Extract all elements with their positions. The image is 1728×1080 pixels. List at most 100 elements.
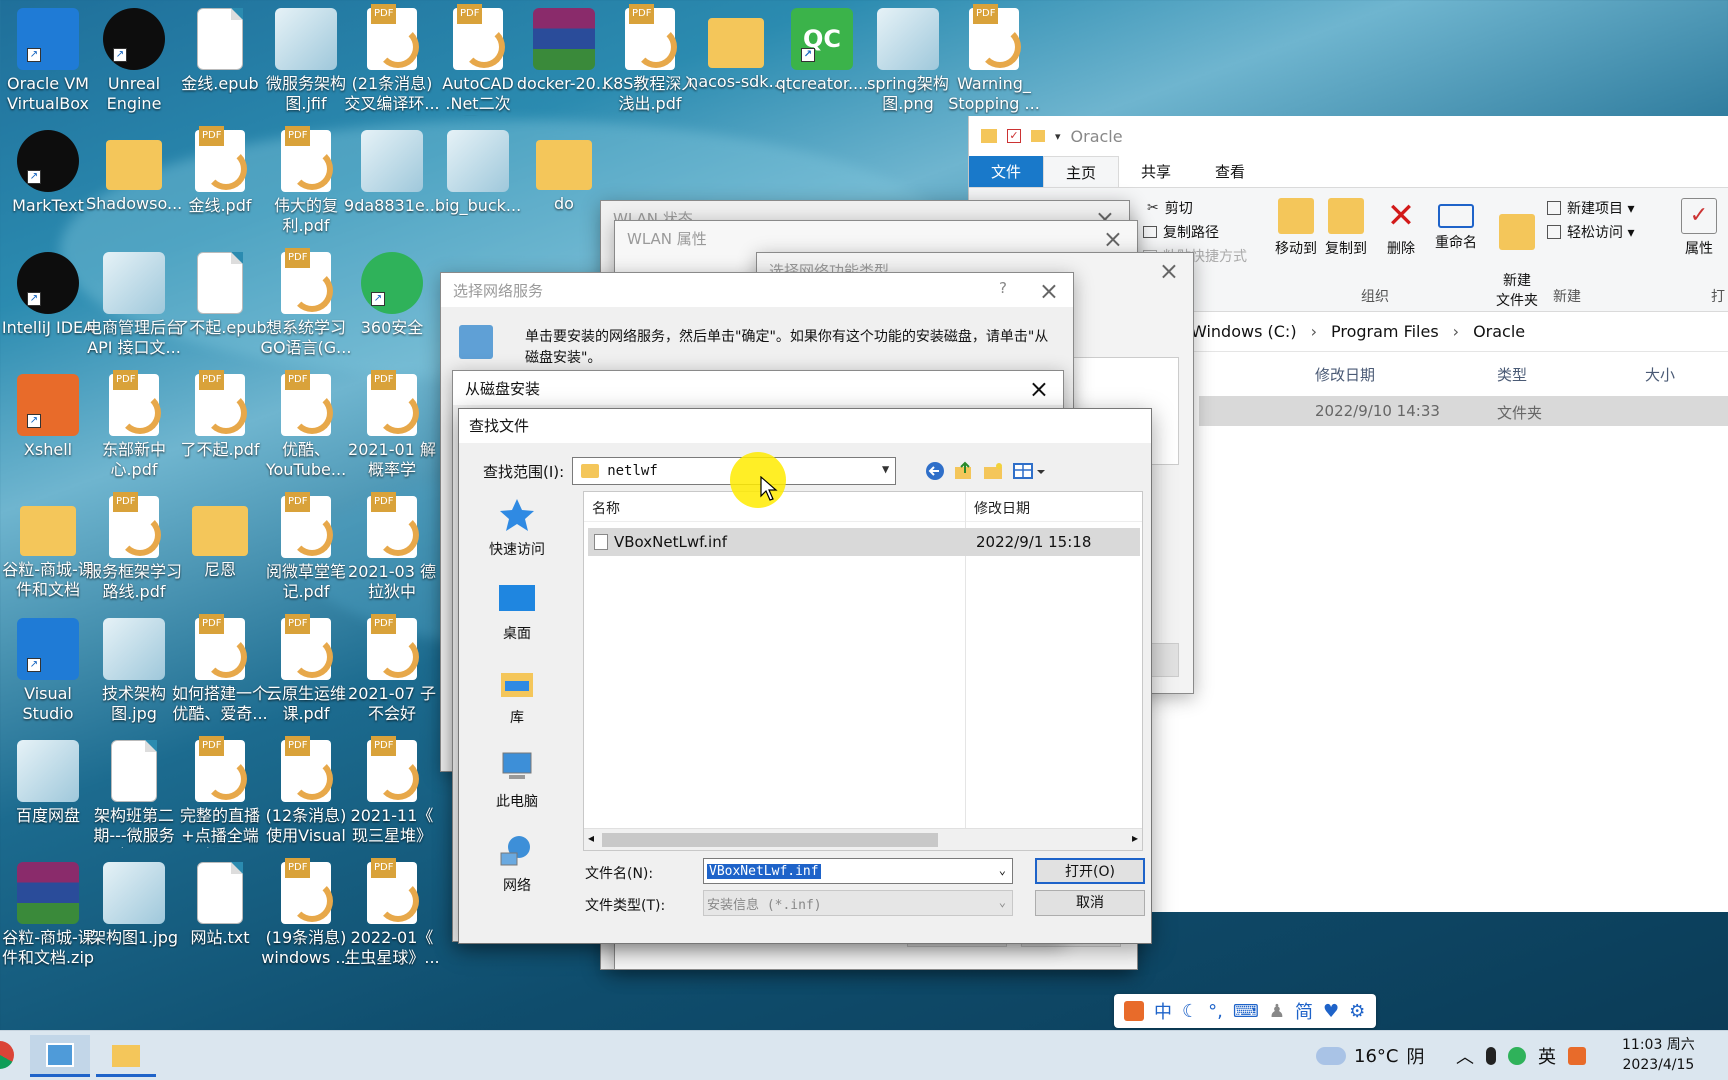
- place-libraries[interactable]: 库: [467, 665, 567, 727]
- punctuation-icon[interactable]: °,: [1208, 1001, 1223, 1022]
- desktop-icon-item[interactable]: 东部新中心.pdf: [86, 370, 182, 480]
- new-item-button[interactable]: 新建项目 ▾: [1547, 198, 1634, 218]
- chrome-icon[interactable]: [0, 1041, 14, 1069]
- close-icon[interactable]: ×: [1029, 375, 1049, 403]
- scroll-left-icon[interactable]: ◂: [588, 831, 594, 845]
- security-icon[interactable]: [1508, 1047, 1526, 1065]
- checkmark-icon[interactable]: ✓: [1007, 129, 1021, 143]
- chevron-up-icon[interactable]: ︿: [1456, 1043, 1474, 1069]
- desktop-icon-item[interactable]: 尼恩: [172, 496, 268, 580]
- breadcrumb-item[interactable]: Windows (C:): [1191, 322, 1297, 341]
- new-folder-button[interactable]: 新建 文件夹: [1491, 198, 1543, 310]
- tab-share[interactable]: 共享: [1119, 156, 1193, 187]
- horizontal-scrollbar[interactable]: ◂ ▸: [584, 828, 1142, 850]
- chevron-down-icon[interactable]: ⌄: [999, 863, 1006, 877]
- desktop-icon-item[interactable]: 完整的直播+点播全端解...: [172, 736, 268, 848]
- delete-button[interactable]: ✕ 删除: [1381, 198, 1421, 258]
- desktop-icon-item[interactable]: big_buck...: [430, 130, 526, 216]
- desktop-icon-item[interactable]: Shadowso...: [86, 130, 182, 214]
- copy-path-button[interactable]: 复制路径: [1143, 222, 1219, 242]
- desktop-icon-item[interactable]: 金线.pdf: [172, 126, 268, 216]
- desktop-icon-item[interactable]: docker-20...: [516, 8, 612, 94]
- desktop-icon-item[interactable]: K8S教程深入浅出.pdf: [602, 4, 698, 114]
- desktop-icon-item[interactable]: spring架构图.png: [860, 8, 956, 114]
- rename-button[interactable]: 重命名: [1429, 198, 1483, 252]
- close-icon[interactable]: ×: [1103, 225, 1123, 253]
- desktop-icon-item[interactable]: 网站.txt: [172, 862, 268, 948]
- ime-chinese-mode[interactable]: 中: [1154, 998, 1172, 1024]
- desktop-icon-item[interactable]: ↗ IntelliJ IDEA: [0, 252, 96, 338]
- desktop-icon-item[interactable]: 优酷、YouTube...: [258, 370, 354, 480]
- column-modified[interactable]: 修改日期: [966, 492, 1038, 521]
- desktop-icon-item[interactable]: 技术架构图.jpg: [86, 618, 182, 724]
- file-row[interactable]: VBoxNetLwf.inf 2022/9/1 15:18: [588, 528, 1140, 556]
- desktop-icon-item[interactable]: 了不起.pdf: [172, 370, 268, 460]
- desktop-icon-item[interactable]: 谷粒-商城-课件和文档.zip: [0, 862, 96, 968]
- control-panel-taskbar-button[interactable]: [30, 1035, 90, 1077]
- file-explorer-taskbar-button[interactable]: [96, 1035, 156, 1077]
- desktop-icon-item[interactable]: 云原生运维课.pdf: [258, 614, 354, 724]
- clock[interactable]: 11:03 周六 2023/4/15: [1622, 1035, 1695, 1075]
- desktop-icon-item[interactable]: ↗ Visual Studio Code: [0, 618, 96, 726]
- desktop-icon-item[interactable]: 了不起.epub: [172, 252, 268, 338]
- desktop-icon-item[interactable]: 9da8831e...: [344, 130, 440, 216]
- chevron-down-icon[interactable]: ▾: [1055, 130, 1061, 143]
- ime-language[interactable]: 英: [1538, 1043, 1556, 1069]
- desktop-icon-item[interactable]: (19条消息) windows ...: [258, 858, 354, 968]
- desktop-icon-item[interactable]: 电商管理后台API 接口文...: [86, 252, 182, 358]
- filetype-select[interactable]: 安装信息 (*.inf) ⌄: [703, 890, 1013, 916]
- chevron-down-icon[interactable]: ▼: [882, 462, 889, 476]
- desktop-icon-item[interactable]: ↗ MarkText: [0, 130, 96, 216]
- up-folder-icon[interactable]: [953, 461, 975, 481]
- copy-to-button[interactable]: 复制到: [1321, 198, 1371, 258]
- desktop-icon-item[interactable]: 伟大的复利.pdf: [258, 126, 354, 236]
- desktop-icon-item[interactable]: 架构图1.jpg: [86, 862, 182, 948]
- easy-access-button[interactable]: 轻松访问 ▾: [1547, 222, 1634, 242]
- tab-file[interactable]: 文件: [969, 156, 1044, 187]
- desktop-icon-item[interactable]: ↗ Oracle VM VirtualBox: [0, 8, 96, 114]
- user-icon[interactable]: ♟: [1269, 1001, 1285, 1022]
- desktop-icon-item[interactable]: ↗ Xshell: [0, 374, 96, 460]
- cancel-button[interactable]: 取消: [1035, 890, 1145, 916]
- desktop-icon-item[interactable]: 想系统学习GO语言(G...: [258, 248, 354, 358]
- tab-view[interactable]: 查看: [1193, 156, 1267, 187]
- cut-button[interactable]: ✂ 剪切: [1147, 198, 1193, 218]
- desktop-icon-item[interactable]: ↗ Unreal Engine: [86, 8, 182, 114]
- moon-icon[interactable]: ☾: [1182, 1001, 1198, 1022]
- weather-widget[interactable]: 16°C 阴: [1316, 1031, 1424, 1080]
- place-quick-access[interactable]: 快速访问: [467, 497, 567, 559]
- column-size[interactable]: 大小: [1645, 364, 1675, 385]
- microphone-icon[interactable]: [1486, 1047, 1496, 1065]
- desktop-icon-item[interactable]: 2021-07 子不会好: [344, 614, 440, 724]
- desktop-icon-item[interactable]: (12条消息) 使用Visual ...: [258, 736, 354, 848]
- desktop-icon-item[interactable]: 2021-11《 现三星堆》: [344, 736, 440, 846]
- close-icon[interactable]: ×: [1039, 277, 1059, 305]
- desktop-icon-item[interactable]: 如何搭建一个优酷、爱奇...: [172, 614, 268, 724]
- desktop-icon-item[interactable]: 微服务架构图.jfif: [258, 8, 354, 114]
- chevron-right-icon[interactable]: ›: [1453, 322, 1459, 341]
- place-network[interactable]: 网络: [467, 833, 567, 895]
- desktop-icon-item[interactable]: (21条消息) 交叉编译环...: [344, 4, 440, 114]
- gear-icon[interactable]: ⚙: [1349, 1001, 1365, 1022]
- desktop-icon-item[interactable]: ↗ 360安全: [344, 252, 440, 338]
- file-list[interactable]: 名称 修改日期 VBoxNetLwf.inf 2022/9/1 15:18 ◂ …: [583, 491, 1143, 851]
- filename-input[interactable]: VBoxNetLwf.inf ⌄: [703, 858, 1013, 884]
- view-menu-icon[interactable]: [1013, 461, 1047, 481]
- desktop-icon-item[interactable]: 2021-03 德拉狄中: [344, 492, 440, 602]
- desktop-icon-item[interactable]: 2021-01 解概率学: [344, 370, 440, 480]
- scroll-right-icon[interactable]: ▸: [1132, 831, 1138, 845]
- place-desktop[interactable]: 桌面: [467, 581, 567, 643]
- desktop-icon-item[interactable]: 服务框架学习路线.pdf: [86, 492, 182, 602]
- move-to-button[interactable]: 移动到: [1271, 198, 1321, 258]
- skin-icon[interactable]: ♥: [1323, 1001, 1339, 1022]
- desktop-icon-item[interactable]: 金线.epub: [172, 8, 268, 94]
- breadcrumb-item[interactable]: Program Files: [1331, 322, 1439, 341]
- column-type[interactable]: 类型: [1497, 364, 1527, 385]
- chevron-down-icon[interactable]: ⌄: [999, 895, 1006, 909]
- desktop-icon-item[interactable]: 架构班第二期---微服务架...: [86, 740, 182, 848]
- desktop-icon-item[interactable]: nacos-sdk...: [688, 8, 784, 92]
- properties-button[interactable]: ✓ 属性: [1679, 198, 1719, 258]
- ime-logo-icon[interactable]: [1124, 1001, 1144, 1021]
- tab-home[interactable]: 主页: [1043, 156, 1120, 187]
- desktop-icon-item[interactable]: 谷粒-商城-课件和文档: [0, 496, 96, 600]
